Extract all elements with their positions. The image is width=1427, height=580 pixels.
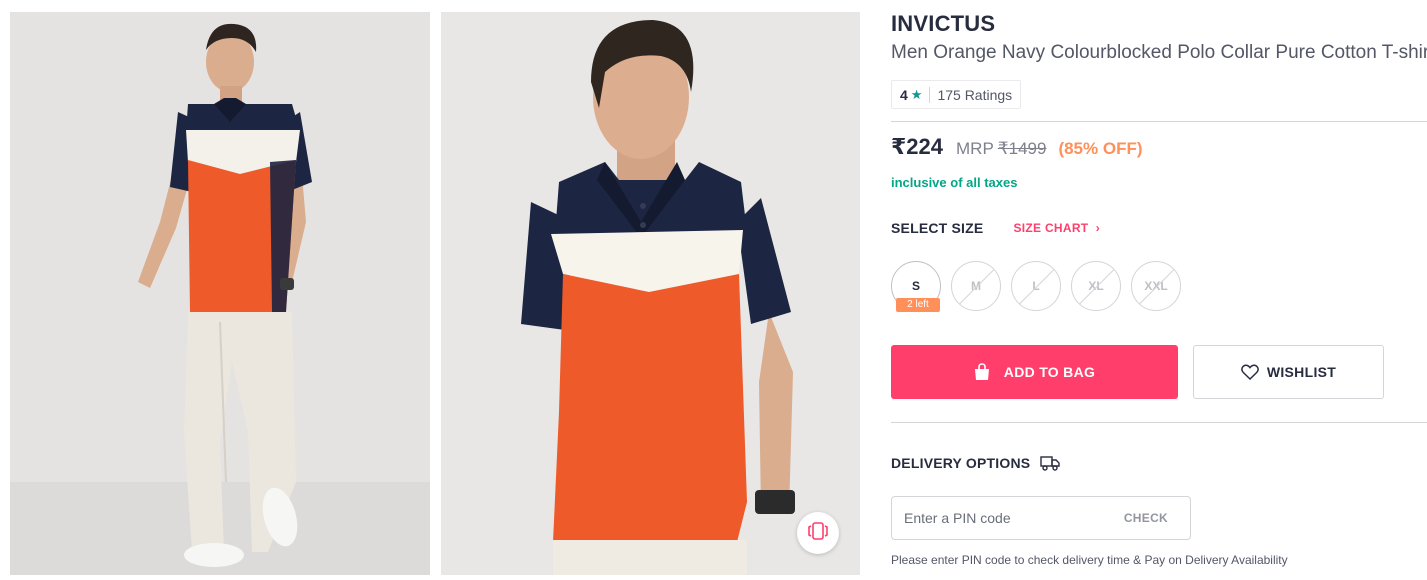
chevron-right-icon: › [1092, 221, 1101, 235]
wishlist-button[interactable]: WISHLIST [1193, 345, 1384, 399]
size-option-s[interactable]: S 2 left [891, 261, 941, 312]
view-similar-button[interactable] [797, 512, 839, 554]
size-header: SELECT SIZE SIZE CHART › [891, 220, 1100, 236]
divider [891, 121, 1427, 122]
pin-code-box: CHECK [891, 496, 1191, 540]
add-to-bag-button[interactable]: ADD TO BAG [891, 345, 1178, 399]
stock-left-badge: 2 left [896, 298, 940, 312]
size-option-xxl[interactable]: XXL [1131, 261, 1181, 311]
pin-code-input[interactable] [892, 497, 1124, 539]
model-full-body-image [10, 12, 430, 575]
delivery-options-heading: DELIVERY OPTIONS [891, 455, 1031, 471]
product-image-closeup[interactable] [441, 12, 860, 575]
price-row: ₹224 MRP ₹1499 (85% OFF) [891, 134, 1143, 160]
wishlist-label: WISHLIST [1266, 364, 1337, 380]
rating-summary[interactable]: 4 ★ 175 Ratings [891, 80, 1022, 109]
size-option-m[interactable]: M [951, 261, 1001, 311]
rating-count: 175 Ratings [937, 86, 1013, 103]
size-chart-link[interactable]: SIZE CHART › [1013, 221, 1100, 235]
divider [891, 422, 1427, 423]
tax-note: inclusive of all taxes [891, 175, 1018, 190]
product-title: Men Orange Navy Colourblocked Polo Colla… [891, 42, 1427, 63]
size-label: XXL [1144, 279, 1168, 293]
size-label: L [1032, 279, 1040, 293]
size-option-l[interactable]: L [1011, 261, 1061, 311]
brand-name: INVICTUS [891, 11, 996, 36]
view-similar-icon [807, 521, 829, 546]
select-size-heading: SELECT SIZE [891, 220, 984, 236]
size-label: XL [1088, 279, 1104, 293]
discount-percent: (85% OFF) [1058, 139, 1143, 158]
add-to-bag-label: ADD TO BAG [1003, 364, 1096, 380]
pin-code-note: Please enter PIN code to check delivery … [891, 553, 1288, 567]
bag-icon [974, 363, 990, 381]
delivery-options-header: DELIVERY OPTIONS [891, 455, 1061, 471]
check-pin-button[interactable]: CHECK [1124, 511, 1168, 525]
size-options: S 2 left M L XL XXL [891, 261, 1191, 312]
truck-icon [1040, 455, 1061, 471]
heart-icon [1240, 364, 1259, 380]
star-icon: ★ [910, 86, 923, 102]
selling-price: ₹224 [891, 134, 944, 159]
size-option-xl[interactable]: XL [1071, 261, 1121, 311]
rating-separator [929, 86, 931, 103]
product-image-full-body[interactable] [10, 12, 430, 575]
mrp-price: ₹1499 [997, 139, 1047, 158]
size-label: M [971, 279, 981, 293]
size-chart-label: SIZE CHART [1013, 221, 1089, 235]
size-label: S [911, 279, 920, 293]
mrp-label: MRP [956, 139, 994, 158]
model-closeup-image [441, 12, 860, 575]
rating-value: 4 [900, 86, 908, 103]
